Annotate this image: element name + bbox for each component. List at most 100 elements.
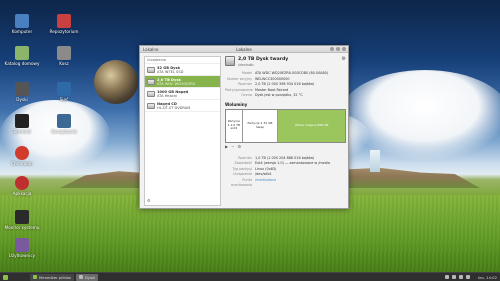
disks-window: Lokalne Lokalne Urządzenia 32 GB Dysk ATA… xyxy=(139,45,349,209)
desktop-icon-label: Dyski xyxy=(16,97,28,102)
desktop-icon-label: Kosz xyxy=(59,61,69,66)
device-item[interactable]: 1000 GB Napęd ATA Hitachi xyxy=(145,88,220,100)
device-list-header: Urządzenia xyxy=(145,57,220,64)
desktop-icon-label: Aplikacja xyxy=(12,191,32,196)
desktop-icon-label: Terminal xyxy=(13,129,31,134)
terminal-icon xyxy=(15,114,29,128)
desktop-icon-chromium[interactable]: Chromium xyxy=(2,146,42,166)
desktop-icon-network[interactable]: Sieć xyxy=(44,82,84,102)
taskbar-task[interactable]: Menedżer plików xyxy=(30,273,74,281)
network-icon[interactable] xyxy=(451,275,456,279)
desktop-icon-disks[interactable]: Dyski xyxy=(2,82,42,102)
device-item[interactable]: Napęd CD HL-DT-ST DVDRAM xyxy=(145,100,220,112)
taskbar: Menedżer plików Dyski śro, 14:02 xyxy=(0,272,500,281)
device-subtitle: ATA WDC WD20EZRX xyxy=(157,81,196,86)
taskbar-task-active[interactable]: Dyski xyxy=(75,273,99,281)
desktop-icon-users[interactable]: Użytkownicy xyxy=(2,238,42,258)
mount-point-link[interactable]: /media/dane xyxy=(255,178,276,189)
desktop-icon-label: Repozytorium xyxy=(49,29,79,34)
desktop-icon-app[interactable]: Aplikacja xyxy=(2,176,42,196)
volumes-title: Woluminy xyxy=(225,101,248,107)
harddisk-icon xyxy=(147,78,155,85)
desktop-icon-label: Monitor systemu xyxy=(4,225,40,230)
home-folder-icon xyxy=(15,46,29,60)
property-row: Punkt montowania/media/dane xyxy=(225,178,346,189)
drive-subtitle: /dev/sdb xyxy=(238,63,254,67)
minus-icon[interactable]: − xyxy=(231,144,234,150)
volume-segment[interactable]: Partycja 2 32 GB Swap xyxy=(243,109,279,142)
trash-icon xyxy=(57,14,71,28)
desktop-icon-terminal[interactable]: Terminal xyxy=(2,114,42,134)
waterfall-graphic xyxy=(370,150,380,172)
harddisk-icon xyxy=(225,56,235,66)
device-subtitle: ATA Hitachi xyxy=(157,93,178,98)
device-item[interactable]: 32 GB Dysk ATA INTEL SSD xyxy=(145,64,220,76)
harddisk-icon xyxy=(147,90,155,97)
volume-toolbar: ▶ − ⚙ xyxy=(225,144,346,150)
window-titlebar[interactable]: Lokalne Lokalne xyxy=(140,46,348,53)
window-title: Lokalne xyxy=(236,47,252,52)
desktop-icon-label: Katalog domowy xyxy=(4,61,40,66)
disks-icon xyxy=(15,82,29,96)
maximize-button[interactable] xyxy=(336,47,340,51)
play-icon[interactable]: ▶ xyxy=(225,144,228,150)
app-icon xyxy=(15,176,29,190)
minimize-button[interactable] xyxy=(330,47,334,51)
volume-segment-selected[interactable]: Wolne miejsce 968 GB xyxy=(278,109,345,142)
clock[interactable]: śro, 14:02 xyxy=(473,275,500,280)
close-button[interactable] xyxy=(342,47,346,51)
harddisk-icon xyxy=(147,66,155,73)
volume-label: Partycja 1 1,0 TB ext4 xyxy=(227,119,241,131)
battery-icon[interactable] xyxy=(465,275,470,279)
sidebar-menu-icon[interactable]: ⚙ xyxy=(147,198,151,203)
optical-drive-icon xyxy=(147,102,155,109)
mint-logo-icon xyxy=(3,274,8,280)
network-icon xyxy=(57,82,71,96)
monitor-icon xyxy=(15,210,29,224)
property-key: Punkt montowania xyxy=(231,177,252,188)
taskbar-task-label: Dyski xyxy=(84,274,96,280)
device-subtitle: ATA INTEL SSD xyxy=(157,69,184,74)
desktop-icon-label: Sieć xyxy=(59,97,69,102)
volume-label: Wolne miejsce 968 GB xyxy=(294,122,329,127)
desktop-icon-repo[interactable]: Repozytorium xyxy=(44,14,84,34)
desktop-icon-label: Użytkownicy xyxy=(8,253,36,258)
drive-properties: Model ATA WDC WD20EZRX-00DC0B0 (80.00A80)… xyxy=(225,71,346,99)
desktop-icon-label: Zarządzanie xyxy=(51,129,77,134)
settings-icon xyxy=(57,114,71,128)
file-manager-icon xyxy=(33,275,37,279)
taskbar-task-label: Menedżer plików xyxy=(39,274,71,280)
drive-menu-icon[interactable]: ⚙ xyxy=(342,56,346,62)
chrome-icon xyxy=(15,146,29,160)
drive-details: 2,0 TB Dysk twardy /dev/sdb ⚙ Model ATA W… xyxy=(225,56,346,206)
desktop-icon-settings[interactable]: Zarządzanie xyxy=(44,114,84,134)
desktop-icon-computer[interactable]: Komputer xyxy=(2,14,42,34)
disks-icon xyxy=(78,275,83,279)
volume-label: Partycja 2 32 GB Swap xyxy=(247,120,273,129)
desktop-icon-label: Komputer xyxy=(11,29,33,34)
users-icon xyxy=(15,238,29,252)
computer-icon xyxy=(15,14,29,28)
device-list: Urządzenia 32 GB Dysk ATA INTEL SSD 2,0 T… xyxy=(144,56,221,206)
folder-icon xyxy=(57,46,71,60)
gear-icon[interactable]: ⚙ xyxy=(237,144,241,150)
drive-header: 2,0 TB Dysk twardy /dev/sdb ⚙ xyxy=(225,56,346,70)
desktop-icon-label: Chromium xyxy=(11,161,33,166)
property-value: Dysk jest w porządku, 32 °C xyxy=(255,93,303,97)
desktop: Komputer Repozytorium Katalog domowy Kos… xyxy=(0,0,500,272)
device-item-selected[interactable]: 2,0 TB Dysk ATA WDC WD20EZRX xyxy=(145,76,220,88)
volume-properties: Rozmiar 1,0 TB (1 000 204 886 016 bajtów)… xyxy=(225,156,346,189)
desktop-icon-trash[interactable]: Kosz xyxy=(44,46,84,66)
property-row: Ocena Dysk jest w porządku, 32 °C xyxy=(225,93,346,99)
device-subtitle: HL-DT-ST DVDRAM xyxy=(157,105,191,110)
window-controls xyxy=(330,47,346,51)
desktop-icon-monitor[interactable]: Monitor systemu xyxy=(2,210,42,230)
volume-segment[interactable]: Partycja 1 1,0 TB ext4 xyxy=(226,109,243,142)
drive-title: 2,0 TB Dysk twardy xyxy=(238,57,289,62)
desktop-icon-home[interactable]: Katalog domowy xyxy=(2,46,42,66)
device-list-header-label: Urządzenia xyxy=(147,58,166,62)
volume-icon[interactable] xyxy=(458,275,463,279)
volume-map: Partycja 1 1,0 TB ext4 Partycja 2 32 GB … xyxy=(225,108,346,143)
start-menu-button[interactable] xyxy=(0,273,28,281)
update-icon[interactable] xyxy=(444,275,449,279)
